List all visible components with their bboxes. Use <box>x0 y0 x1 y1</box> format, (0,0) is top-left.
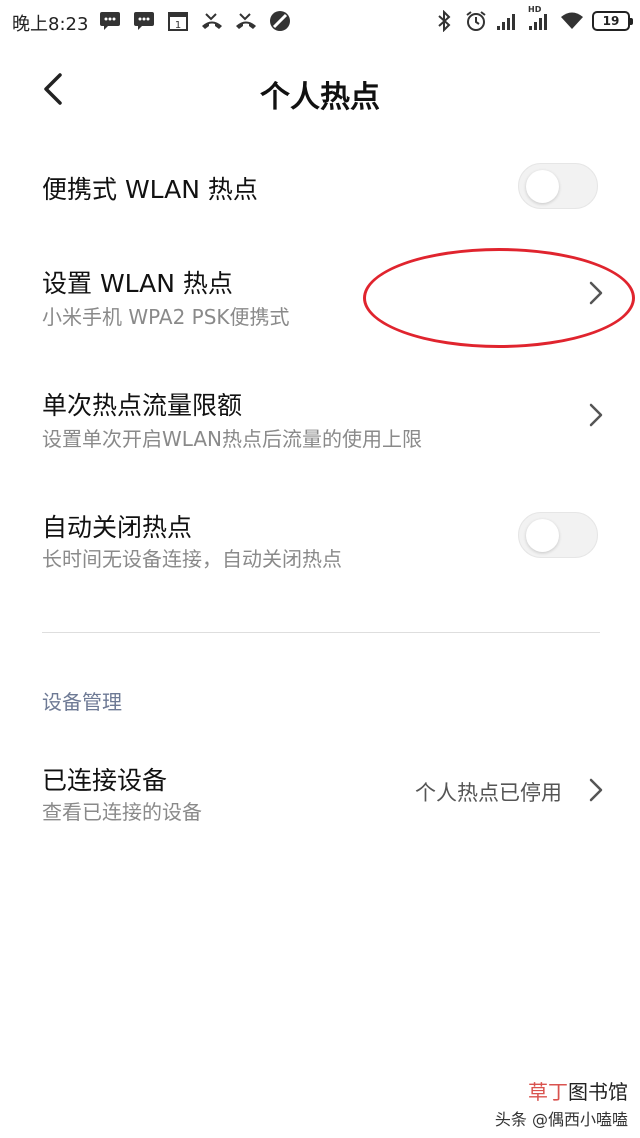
calendar-day: 1 <box>175 20 181 31</box>
portable-hotspot-toggle[interactable] <box>518 163 598 209</box>
chevron-right-icon <box>586 279 606 307</box>
signal-icon <box>496 10 520 32</box>
watermark: 草丁图书馆 头条 @偶西小嗑嗑 <box>495 1080 628 1130</box>
hd-label: HD <box>528 5 542 14</box>
device-management-header: 设备管理 <box>42 690 122 714</box>
hotspot-status-value: 个人热点已停用 <box>415 781 562 805</box>
toggle-knob <box>526 170 559 203</box>
missed-call-icon <box>200 10 224 32</box>
auto-off-row[interactable]: 自动关闭热点 长时间无设备连接，自动关闭热点 <box>0 494 640 584</box>
hd-signal-icon: HD <box>528 5 552 32</box>
calendar-icon: 1 <box>166 10 190 32</box>
wifi-icon <box>560 10 584 32</box>
battery-level: 19 <box>602 14 620 28</box>
setup-hotspot-row[interactable]: 设置 WLAN 热点 小米手机 WPA2 PSK便携式 <box>0 250 640 340</box>
portable-hotspot-title: 便携式 WLAN 热点 <box>42 175 258 204</box>
alarm-icon <box>464 10 488 32</box>
setup-hotspot-title: 设置 WLAN 热点 <box>42 269 233 298</box>
watermark-brand-part2: 图书馆 <box>568 1080 628 1104</box>
system-icons: HD 19 <box>432 5 633 34</box>
data-limit-title: 单次热点流量限额 <box>42 391 243 420</box>
watermark-brand: 草丁图书馆 <box>495 1080 628 1104</box>
notification-icons: 1 <box>98 8 292 34</box>
message-icon <box>98 10 122 32</box>
message-icon <box>132 10 156 32</box>
dnd-icon <box>268 10 292 32</box>
data-limit-row[interactable]: 单次热点流量限额 设置单次开启WLAN热点后流量的使用上限 <box>0 372 640 462</box>
missed-call-icon <box>234 10 258 32</box>
watermark-author: 头条 @偶西小嗑嗑 <box>494 1110 628 1129</box>
chevron-right-icon <box>586 401 606 429</box>
setup-hotspot-subtitle: 小米手机 WPA2 PSK便携式 <box>42 305 290 329</box>
status-bar: 晚上8:23 1 HD 19 <box>0 0 640 44</box>
page-title: 个人热点 <box>260 80 380 115</box>
portable-hotspot-row[interactable]: 便携式 WLAN 热点 <box>0 150 640 230</box>
section-divider <box>42 632 600 633</box>
data-limit-subtitle: 设置单次开启WLAN热点后流量的使用上限 <box>42 427 423 451</box>
connected-devices-title: 已连接设备 <box>42 766 168 795</box>
connected-devices-subtitle: 查看已连接的设备 <box>42 800 202 824</box>
chevron-right-icon <box>586 776 606 804</box>
auto-off-title: 自动关闭热点 <box>42 513 193 542</box>
status-time: 晚上8:23 <box>12 14 89 35</box>
watermark-brand-part1: 草丁 <box>528 1080 568 1104</box>
auto-off-toggle[interactable] <box>518 512 598 558</box>
auto-off-subtitle: 长时间无设备连接，自动关闭热点 <box>42 547 342 571</box>
connected-devices-row[interactable]: 已连接设备 查看已连接的设备 个人热点已停用 <box>0 747 640 837</box>
battery-icon: 19 <box>592 11 633 31</box>
app-header: 个人热点 <box>0 44 640 140</box>
toggle-knob <box>526 519 559 552</box>
bluetooth-icon <box>432 10 456 32</box>
